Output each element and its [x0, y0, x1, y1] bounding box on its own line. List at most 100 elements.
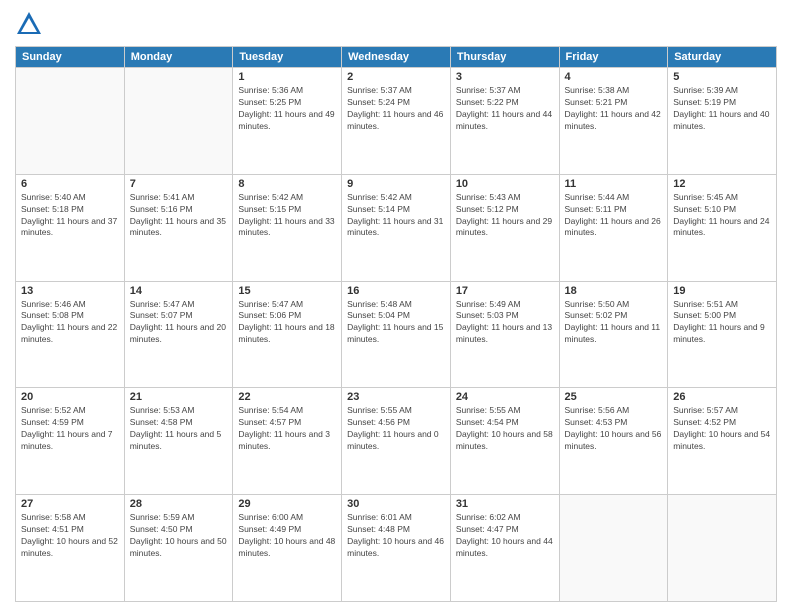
day-header-tuesday: Tuesday [233, 47, 342, 68]
sunrise: Sunrise: 5:50 AM [565, 299, 663, 311]
calendar-cell: 8 Sunrise: 5:42 AM Sunset: 5:15 PM Dayli… [233, 174, 342, 281]
daylight: Daylight: 10 hours and 46 minutes. [347, 536, 445, 560]
sunset: Sunset: 4:54 PM [456, 417, 554, 429]
day-number: 30 [347, 498, 445, 510]
day-info: Sunrise: 5:53 AM Sunset: 4:58 PM Dayligh… [130, 405, 228, 453]
sunset: Sunset: 5:07 PM [130, 310, 228, 322]
day-header-thursday: Thursday [450, 47, 559, 68]
day-number: 21 [130, 391, 228, 403]
sunset: Sunset: 4:51 PM [21, 524, 119, 536]
day-info: Sunrise: 5:43 AM Sunset: 5:12 PM Dayligh… [456, 192, 554, 240]
day-number: 22 [238, 391, 336, 403]
page: SundayMondayTuesdayWednesdayThursdayFrid… [0, 0, 792, 612]
day-info: Sunrise: 5:54 AM Sunset: 4:57 PM Dayligh… [238, 405, 336, 453]
calendar: SundayMondayTuesdayWednesdayThursdayFrid… [15, 46, 777, 602]
day-info: Sunrise: 5:59 AM Sunset: 4:50 PM Dayligh… [130, 512, 228, 560]
daylight: Daylight: 11 hours and 15 minutes. [347, 322, 445, 346]
sunset: Sunset: 5:03 PM [456, 310, 554, 322]
calendar-cell: 25 Sunrise: 5:56 AM Sunset: 4:53 PM Dayl… [559, 388, 668, 495]
sunset: Sunset: 5:21 PM [565, 97, 663, 109]
day-number: 5 [673, 71, 771, 83]
day-number: 4 [565, 71, 663, 83]
sunrise: Sunrise: 5:54 AM [238, 405, 336, 417]
daylight: Daylight: 11 hours and 0 minutes. [347, 429, 445, 453]
calendar-cell: 7 Sunrise: 5:41 AM Sunset: 5:16 PM Dayli… [124, 174, 233, 281]
day-info: Sunrise: 5:45 AM Sunset: 5:10 PM Dayligh… [673, 192, 771, 240]
sunrise: Sunrise: 5:58 AM [21, 512, 119, 524]
day-number: 18 [565, 285, 663, 297]
daylight: Daylight: 11 hours and 31 minutes. [347, 216, 445, 240]
day-info: Sunrise: 5:55 AM Sunset: 4:56 PM Dayligh… [347, 405, 445, 453]
daylight: Daylight: 11 hours and 26 minutes. [565, 216, 663, 240]
day-info: Sunrise: 5:51 AM Sunset: 5:00 PM Dayligh… [673, 299, 771, 347]
calendar-cell: 26 Sunrise: 5:57 AM Sunset: 4:52 PM Dayl… [668, 388, 777, 495]
daylight: Daylight: 11 hours and 29 minutes. [456, 216, 554, 240]
calendar-cell: 3 Sunrise: 5:37 AM Sunset: 5:22 PM Dayli… [450, 68, 559, 175]
calendar-cell: 6 Sunrise: 5:40 AM Sunset: 5:18 PM Dayli… [16, 174, 125, 281]
sunrise: Sunrise: 5:39 AM [673, 85, 771, 97]
sunset: Sunset: 5:02 PM [565, 310, 663, 322]
sunset: Sunset: 5:24 PM [347, 97, 445, 109]
calendar-cell: 24 Sunrise: 5:55 AM Sunset: 4:54 PM Dayl… [450, 388, 559, 495]
sunrise: Sunrise: 5:45 AM [673, 192, 771, 204]
week-row-0: 1 Sunrise: 5:36 AM Sunset: 5:25 PM Dayli… [16, 68, 777, 175]
day-header-monday: Monday [124, 47, 233, 68]
sunrise: Sunrise: 5:48 AM [347, 299, 445, 311]
sunset: Sunset: 5:12 PM [456, 204, 554, 216]
sunset: Sunset: 4:47 PM [456, 524, 554, 536]
sunset: Sunset: 5:06 PM [238, 310, 336, 322]
day-info: Sunrise: 5:50 AM Sunset: 5:02 PM Dayligh… [565, 299, 663, 347]
calendar-cell: 27 Sunrise: 5:58 AM Sunset: 4:51 PM Dayl… [16, 495, 125, 602]
calendar-cell: 31 Sunrise: 6:02 AM Sunset: 4:47 PM Dayl… [450, 495, 559, 602]
sunset: Sunset: 4:56 PM [347, 417, 445, 429]
header [15, 10, 777, 38]
calendar-cell: 22 Sunrise: 5:54 AM Sunset: 4:57 PM Dayl… [233, 388, 342, 495]
daylight: Daylight: 11 hours and 33 minutes. [238, 216, 336, 240]
calendar-cell: 9 Sunrise: 5:42 AM Sunset: 5:14 PM Dayli… [342, 174, 451, 281]
calendar-cell: 2 Sunrise: 5:37 AM Sunset: 5:24 PM Dayli… [342, 68, 451, 175]
day-info: Sunrise: 5:49 AM Sunset: 5:03 PM Dayligh… [456, 299, 554, 347]
sunset: Sunset: 5:16 PM [130, 204, 228, 216]
day-number: 31 [456, 498, 554, 510]
sunset: Sunset: 5:11 PM [565, 204, 663, 216]
day-info: Sunrise: 5:52 AM Sunset: 4:59 PM Dayligh… [21, 405, 119, 453]
sunset: Sunset: 4:59 PM [21, 417, 119, 429]
sunrise: Sunrise: 5:44 AM [565, 192, 663, 204]
day-number: 27 [21, 498, 119, 510]
sunset: Sunset: 4:50 PM [130, 524, 228, 536]
logo-icon [15, 10, 43, 38]
day-number: 9 [347, 178, 445, 190]
day-header-wednesday: Wednesday [342, 47, 451, 68]
daylight: Daylight: 11 hours and 11 minutes. [565, 322, 663, 346]
daylight: Daylight: 11 hours and 46 minutes. [347, 109, 445, 133]
sunrise: Sunrise: 5:42 AM [238, 192, 336, 204]
calendar-cell: 23 Sunrise: 5:55 AM Sunset: 4:56 PM Dayl… [342, 388, 451, 495]
day-number: 16 [347, 285, 445, 297]
calendar-cell: 18 Sunrise: 5:50 AM Sunset: 5:02 PM Dayl… [559, 281, 668, 388]
day-info: Sunrise: 5:47 AM Sunset: 5:06 PM Dayligh… [238, 299, 336, 347]
day-info: Sunrise: 5:42 AM Sunset: 5:14 PM Dayligh… [347, 192, 445, 240]
calendar-cell: 20 Sunrise: 5:52 AM Sunset: 4:59 PM Dayl… [16, 388, 125, 495]
daylight: Daylight: 11 hours and 24 minutes. [673, 216, 771, 240]
sunrise: Sunrise: 5:46 AM [21, 299, 119, 311]
daylight: Daylight: 11 hours and 20 minutes. [130, 322, 228, 346]
sunrise: Sunrise: 5:59 AM [130, 512, 228, 524]
sunset: Sunset: 4:57 PM [238, 417, 336, 429]
sunset: Sunset: 5:04 PM [347, 310, 445, 322]
daylight: Daylight: 11 hours and 44 minutes. [456, 109, 554, 133]
day-info: Sunrise: 6:02 AM Sunset: 4:47 PM Dayligh… [456, 512, 554, 560]
day-info: Sunrise: 5:37 AM Sunset: 5:22 PM Dayligh… [456, 85, 554, 133]
sunset: Sunset: 5:19 PM [673, 97, 771, 109]
daylight: Daylight: 11 hours and 7 minutes. [21, 429, 119, 453]
calendar-cell: 11 Sunrise: 5:44 AM Sunset: 5:11 PM Dayl… [559, 174, 668, 281]
day-info: Sunrise: 5:37 AM Sunset: 5:24 PM Dayligh… [347, 85, 445, 133]
calendar-cell: 12 Sunrise: 5:45 AM Sunset: 5:10 PM Dayl… [668, 174, 777, 281]
day-number: 23 [347, 391, 445, 403]
sunset: Sunset: 4:58 PM [130, 417, 228, 429]
day-number: 29 [238, 498, 336, 510]
calendar-cell: 29 Sunrise: 6:00 AM Sunset: 4:49 PM Dayl… [233, 495, 342, 602]
day-info: Sunrise: 5:56 AM Sunset: 4:53 PM Dayligh… [565, 405, 663, 453]
day-number: 6 [21, 178, 119, 190]
sunrise: Sunrise: 5:53 AM [130, 405, 228, 417]
day-number: 19 [673, 285, 771, 297]
